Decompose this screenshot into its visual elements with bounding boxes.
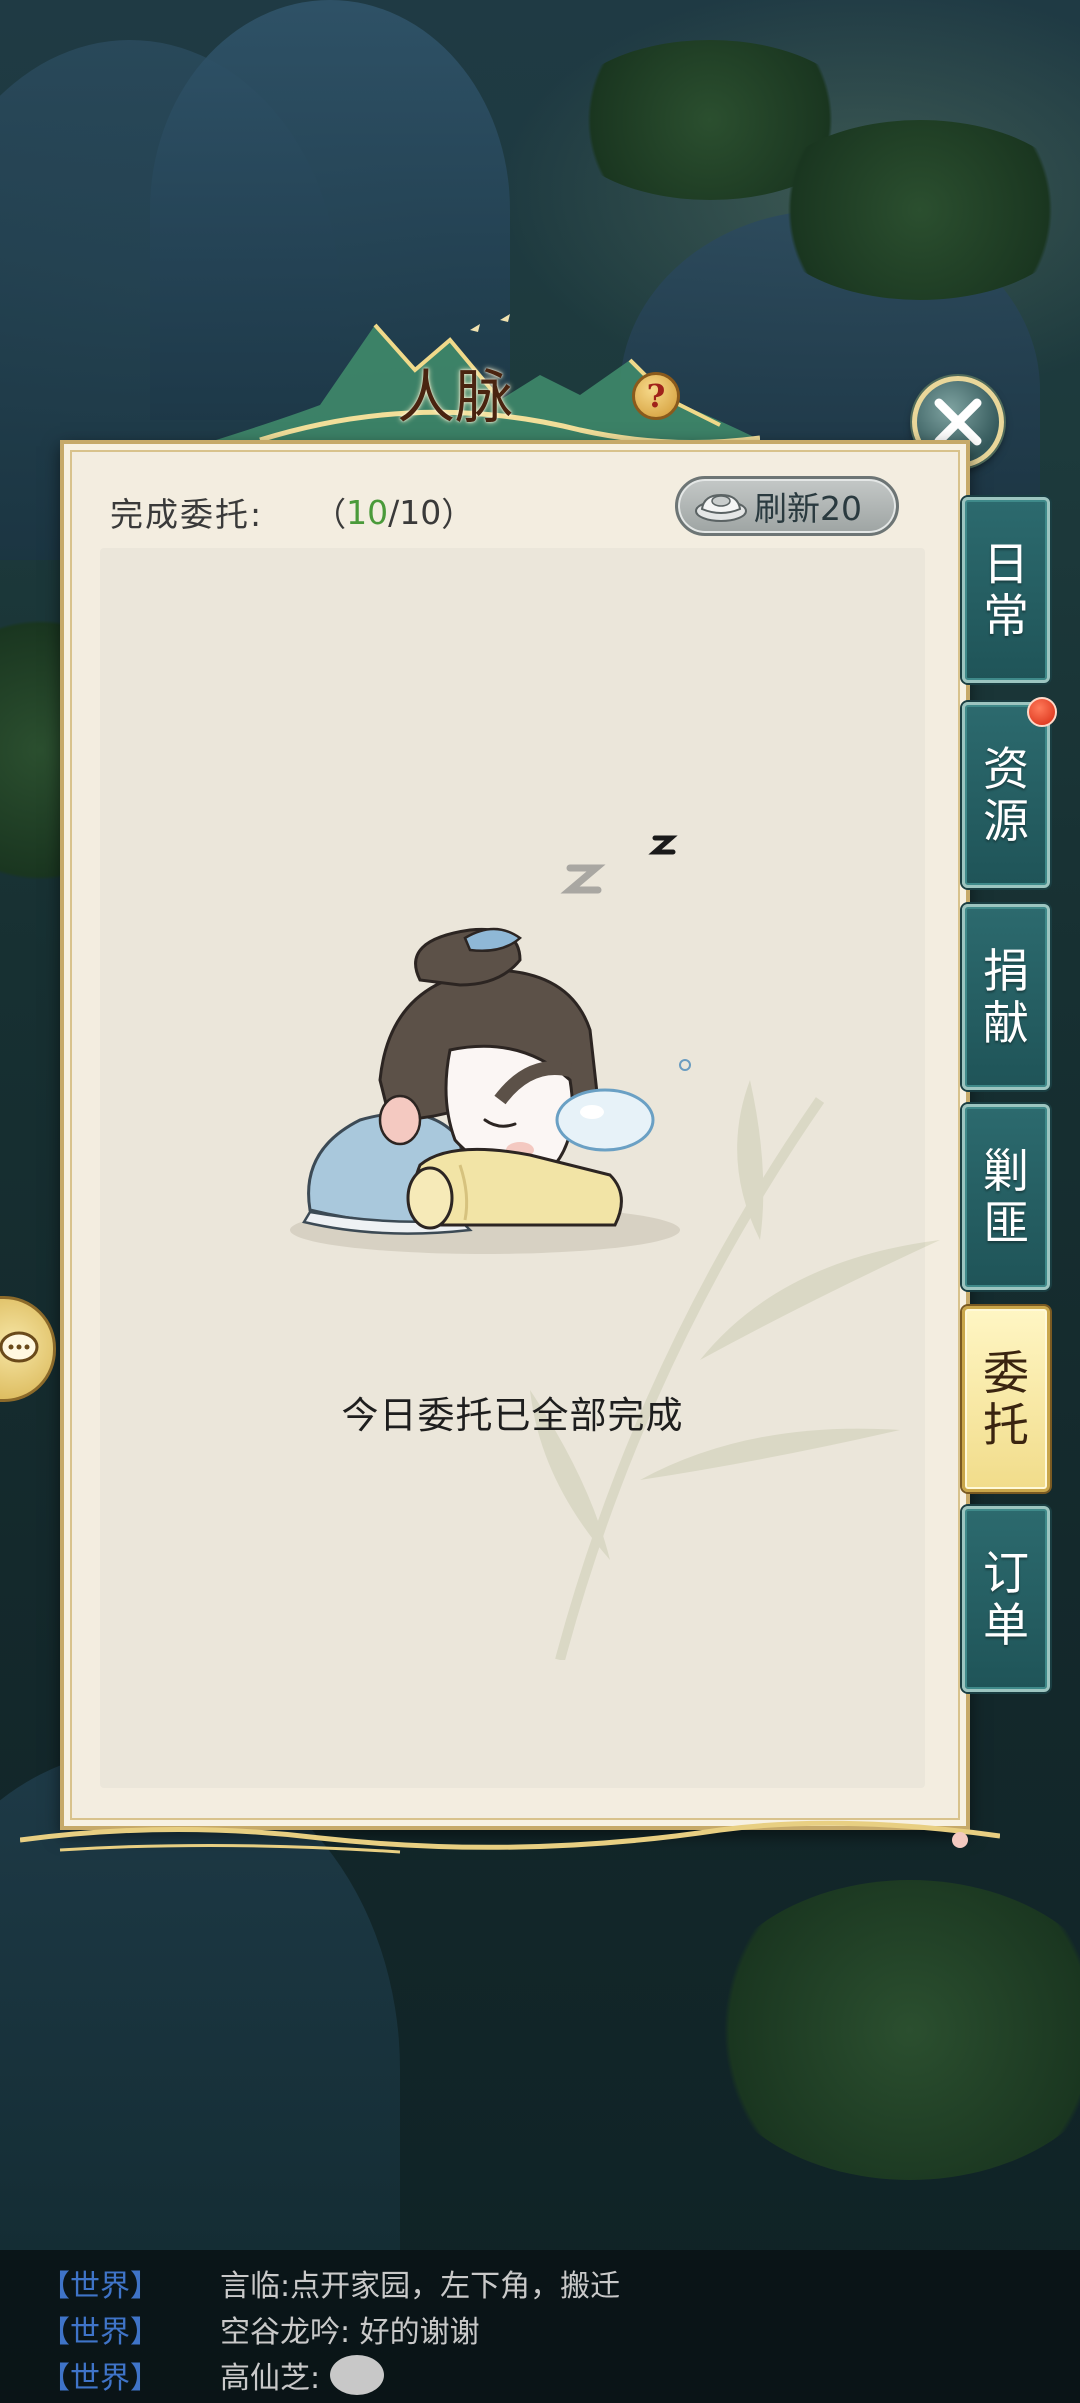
progress-separator: / bbox=[388, 492, 400, 532]
chat-message: 【世界】 高仙芝: bbox=[40, 2352, 1080, 2398]
sleeping-character-illustration bbox=[290, 835, 691, 1254]
question-icon[interactable]: ? bbox=[632, 372, 680, 420]
tab-label-1: 资 bbox=[983, 742, 1029, 796]
tab-label-1: 捐 bbox=[983, 944, 1029, 998]
chat-text: 言临:点开家园，左下角，搬迁 bbox=[220, 2269, 621, 2304]
tab-commission[interactable]: 委 托 bbox=[962, 1306, 1050, 1492]
chat-channel: 【世界】 bbox=[40, 2315, 160, 2350]
tab-label-2: 源 bbox=[983, 794, 1029, 848]
tab-label-2: 托 bbox=[983, 1398, 1029, 1452]
tab-label-2: 常 bbox=[983, 589, 1029, 643]
tab-label-1: 订 bbox=[983, 1546, 1029, 1600]
chat-text: 空谷龙吟: 好的谢谢 bbox=[220, 2315, 480, 2350]
chat-channel: 【世界】 bbox=[40, 2269, 160, 2304]
progress-open-paren: （ bbox=[313, 495, 347, 534]
progress-close-paren: ） bbox=[441, 495, 475, 534]
commission-progress: 完成委托: （ 10 / 10 ） bbox=[110, 488, 474, 536]
progress-done-count: 10 bbox=[346, 492, 389, 532]
empty-state-message: 今日委托已全部完成 bbox=[341, 1394, 684, 1437]
tab-label-1: 日 bbox=[983, 537, 1029, 591]
silver-ingot-icon bbox=[695, 493, 747, 522]
chat-channel: 【世界】 bbox=[40, 2361, 160, 2396]
tab-donate[interactable]: 捐 献 bbox=[962, 904, 1050, 1090]
tab-label-1: 委 bbox=[983, 1346, 1029, 1400]
tab-label-2: 单 bbox=[983, 1598, 1029, 1652]
progress-total-count: 10 bbox=[399, 492, 442, 532]
tab-label-1: 剿 bbox=[983, 1144, 1029, 1198]
chat-text: 高仙芝: bbox=[220, 2361, 321, 2396]
notification-dot-icon bbox=[1027, 697, 1057, 727]
tab-bandits[interactable]: 剿 匪 bbox=[962, 1104, 1050, 1290]
page-title: 人脉 bbox=[396, 363, 513, 431]
tab-resources[interactable]: 资 源 bbox=[962, 697, 1057, 888]
tab-daily[interactable]: 日 常 bbox=[962, 497, 1050, 683]
emoji-sticker-icon bbox=[330, 2355, 385, 2395]
tab-orders[interactable]: 订 单 bbox=[962, 1506, 1050, 1692]
tab-label-2: 献 bbox=[983, 996, 1029, 1050]
chat-message: 【世界】 空谷龙吟: 好的谢谢 bbox=[40, 2306, 1080, 2352]
progress-label: 完成委托: bbox=[110, 495, 264, 534]
panel-bottom-decoration bbox=[20, 1820, 1000, 1854]
chat-message: 【世界】 言临:点开家园，左下角，搬迁 bbox=[40, 2260, 1080, 2306]
world-chat-bar[interactable]: 【世界】 言临:点开家园，左下角，搬迁 【世界】 空谷龙吟: 好的谢谢 【世界】… bbox=[0, 2250, 1080, 2403]
refresh-label: 刷新20 bbox=[754, 489, 862, 528]
refresh-button[interactable]: 刷新20 bbox=[675, 476, 899, 536]
speech-bubble-icon bbox=[0, 1331, 39, 1363]
tab-label-2: 匪 bbox=[983, 1196, 1029, 1250]
